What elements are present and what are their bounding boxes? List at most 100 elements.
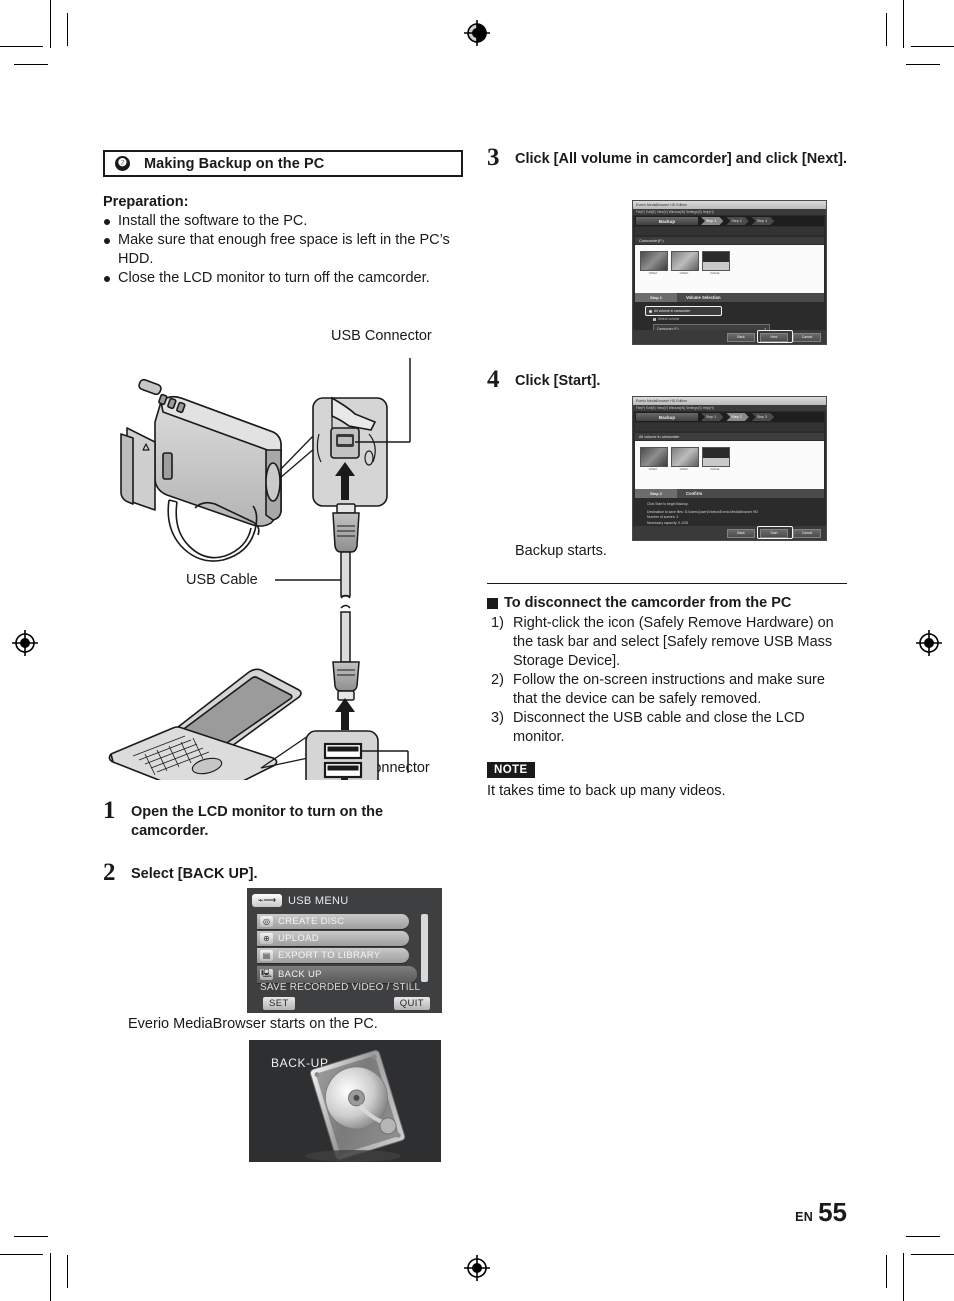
crop-mark — [67, 1255, 69, 1288]
list-item-label: 3) — [491, 710, 504, 726]
thumbnail[interactable] — [640, 251, 668, 271]
section-number: ❷ — [115, 156, 130, 171]
sw-footer: Back Next Cancel — [633, 330, 826, 344]
sw-step-bar: Backup Step 1 Step 2 Step 3 — [635, 216, 824, 226]
sw-step-bar: Backup Step 1 Step 2 Step 3 — [635, 412, 824, 422]
thumbnail-label: IMAGE — [710, 271, 720, 275]
thumbnail[interactable] — [671, 251, 699, 271]
step-2: 2 Select [BACK UP]. — [103, 859, 455, 886]
cancel-button[interactable]: Cancel — [793, 528, 821, 538]
thumbnail[interactable] — [640, 447, 668, 467]
software-screenshot-step4: Everio MediaBrowser HD Edition File(F) E… — [632, 396, 827, 541]
lcd-menu-item-label: UPLOAD — [278, 933, 319, 944]
thumbnail[interactable] — [671, 447, 699, 467]
crop-mark — [902, 1253, 904, 1301]
sw-window-title: Everio MediaBrowser HD Edition — [633, 201, 826, 209]
thumbnail-label: VIDEO — [679, 271, 689, 275]
lcd-scrollbar[interactable] — [421, 914, 428, 982]
sw-toolbar[interactable] — [635, 227, 824, 235]
registration-mark-top — [462, 18, 492, 48]
sw-wizard-step-number: Step 2 — [635, 489, 677, 498]
list-item-text: Follow the on-screen instructions and ma… — [513, 672, 825, 707]
usb-icon: ⌁⟶ — [252, 894, 282, 907]
square-bullet-icon — [487, 598, 498, 609]
disconnect-steps: 1) Right-click the icon (Safely Remove H… — [487, 614, 847, 747]
crop-mark — [906, 64, 940, 66]
crop-mark — [14, 1235, 48, 1237]
lcd-menu-item-upload[interactable]: ⊕ UPLOAD — [257, 931, 409, 946]
sw-wizard-step-number: Step 1 — [635, 293, 677, 302]
lcd-menu-item-create-disc[interactable]: ◎ CREATE DISC — [257, 914, 409, 929]
start-button-highlight — [757, 525, 793, 539]
page-footer: EN 55 — [795, 1199, 847, 1225]
radio-all-volume-in-camcorder[interactable]: All volume in camcorder — [645, 306, 722, 316]
list-item: 1) Right-click the icon (Safely Remove H… — [487, 614, 847, 671]
lcd-menu-item-back-up[interactable]: 🖳 BACK UP — [257, 966, 417, 983]
list-item-label: 2) — [491, 672, 504, 688]
sw-source-label: All volume in camcorder — [635, 433, 824, 440]
pc-icon: 🖳 — [260, 969, 273, 980]
backup-starts-text: Backup starts. — [515, 543, 607, 559]
lcd-menu-item-label: EXPORT TO LIBRARY — [278, 950, 381, 961]
globe-icon: ⊕ — [260, 933, 273, 944]
disconnect-heading-text: To disconnect the camcorder from the PC — [504, 595, 792, 611]
disconnect-section: To disconnect the camcorder from the PC … — [487, 572, 847, 801]
step-number: 2 — [103, 859, 116, 886]
crop-mark — [911, 46, 954, 48]
list-item: 3) Disconnect the USB cable and close th… — [487, 709, 847, 747]
locale-label: EN — [795, 1210, 814, 1224]
step-number: 3 — [487, 144, 500, 171]
cancel-button[interactable]: Cancel — [793, 332, 821, 342]
sw-mode-label: Backup — [636, 217, 698, 225]
list-item-text: Right-click the icon (Safely Remove Hard… — [513, 615, 834, 669]
crop-mark — [14, 64, 48, 66]
step-4: 4 Click [Start]. — [487, 366, 847, 393]
step-1: 1 Open the LCD monitor to turn on the ca… — [103, 798, 455, 840]
left-steps: 1 Open the LCD monitor to turn on the ca… — [103, 798, 455, 886]
list-item: Install the software to the PC. — [103, 212, 463, 231]
lcd-menu-title: USB MENU — [288, 894, 349, 907]
thumbnail[interactable] — [702, 447, 730, 467]
preparation-heading: Preparation: — [103, 194, 189, 210]
sw-chip-step1[interactable]: Step 1 — [701, 413, 723, 421]
sw-confirm-body: Click Start to begin Backup. Destination… — [635, 498, 824, 530]
lcd-menu-item-export-to-library[interactable]: ▤ EXPORT TO LIBRARY — [257, 948, 409, 963]
right-column: 3 Click [All volume in camcorder] and cl… — [487, 144, 847, 171]
disc-icon: ◎ — [260, 916, 273, 927]
crop-mark — [885, 13, 887, 46]
note-badge: NOTE — [487, 762, 535, 778]
sw-thumbnail-pane[interactable]: VIDEO VIDEO IMAGE — [635, 441, 824, 489]
crop-mark — [911, 1253, 954, 1255]
list-item-label: 1) — [491, 615, 504, 631]
sw-toolbar[interactable] — [635, 423, 824, 431]
step-number: 4 — [487, 366, 500, 393]
crop-mark — [902, 0, 904, 48]
sw-chip-step3[interactable]: Step 3 — [752, 413, 774, 421]
everio-starts-text: Everio MediaBrowser starts on the PC. — [128, 1016, 378, 1032]
sw-wizard-step-title: Volume Selection — [686, 295, 721, 300]
divider — [487, 583, 847, 584]
sw-chip-step3[interactable]: Step 3 — [752, 217, 774, 225]
radio-select-volume[interactable]: Select volume — [653, 317, 679, 321]
connection-diagram — [103, 350, 473, 800]
back-button[interactable]: Back — [727, 332, 755, 342]
right-column-step4: 4 Click [Start]. — [487, 366, 847, 393]
lcd-quit-button[interactable]: QUIT — [393, 997, 430, 1010]
back-button[interactable]: Back — [727, 528, 755, 538]
crop-mark — [0, 46, 43, 48]
thumbnail[interactable] — [702, 251, 730, 271]
lcd-title-row: ⌁⟶ USB MENU — [252, 894, 348, 907]
sw-chip-step2[interactable]: Step 2 — [726, 413, 748, 421]
section-header: ❷ Making Backup on the PC — [103, 150, 463, 177]
sw-wizard-step-title: Confirm — [686, 491, 703, 496]
usb-connector-top-label: USB Connector — [331, 328, 432, 344]
crop-mark — [885, 1255, 887, 1288]
sw-mode-label: Backup — [636, 413, 698, 421]
lcd-set-button[interactable]: SET — [263, 997, 295, 1010]
sw-chip-step2[interactable]: Step 2 — [726, 217, 748, 225]
software-screenshot-step3: Everio MediaBrowser HD Edition File(F) E… — [632, 200, 827, 345]
crop-mark — [50, 0, 52, 48]
sw-chip-step1[interactable]: Step 1 — [701, 217, 723, 225]
registration-mark-bottom — [462, 1253, 492, 1283]
sw-thumbnail-pane[interactable]: VIDEO VIDEO IMAGE — [635, 245, 824, 293]
